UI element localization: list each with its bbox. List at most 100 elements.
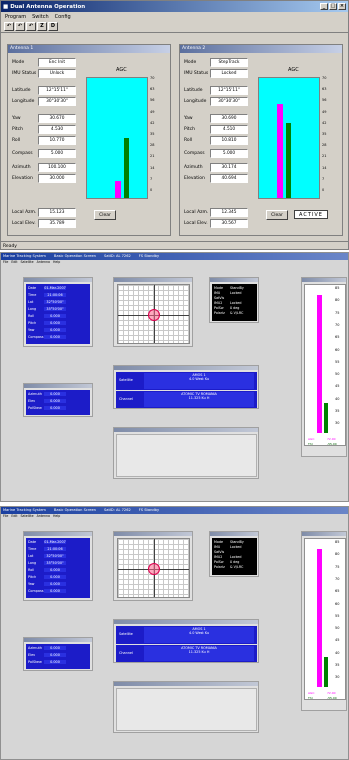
azimuth-label: Azimuth [184,165,203,170]
latitude-value: 12°15'11" [210,86,248,95]
message-panel [113,427,259,479]
satellite-position: 4.0 West Ku [188,377,210,381]
elev-value: 0.000 [44,399,66,403]
maximize-button[interactable]: □ [329,3,337,10]
menu-antenna[interactable]: Antenna [37,260,50,265]
elevation-value: 30.000 [38,174,76,183]
menu-program[interactable]: Program [5,14,26,20]
pitch-label: Pitch [184,127,195,132]
deploy-tool-button[interactable]: D [48,22,58,31]
mode-label: Mode [214,286,223,290]
satvis-label: SatVis [214,296,225,300]
agc-scale-tick: 63 [322,87,327,92]
menu-satellite[interactable]: Satellite [21,514,34,519]
yaw-label: Yaw [28,328,35,332]
signal-bar-graph: 85 80 75 70 65 60 55 50 45 40 35 30 AGC 72.00 Thr -… [304,284,346,446]
bar-scale-tick: 65 [335,589,340,594]
tracking-window-1: Marine Tracking System Basic Operation S… [0,252,349,502]
menu-edit[interactable]: Edit [11,514,17,519]
satellite-panel: Satellite AMOS 1 4.0 West Ku Channel ATO… [113,619,259,663]
status-panel: Mode StandBy IMU Locked SatVis IMU2 Locked … [209,531,259,577]
status-bar: Ready [1,241,348,250]
menu-help[interactable]: Help [53,260,60,265]
menu-config[interactable]: Config [55,14,71,20]
clear-button[interactable]: Clear [94,210,116,220]
bar-scale-tick: 80 [335,552,340,557]
azimuth-label: Azimuth [12,165,31,170]
navigation-panel: Date 01-Mar-2007 Time 21:00:06 Lat 32°50'00… [23,277,93,347]
yaw-value: 30.690 [210,114,248,123]
pitch-label: Pitch [28,321,37,325]
local-elevation-value: 30.567 [210,219,248,228]
signal-bar-panel: 85 80 75 70 65 60 55 50 45 40 35 30 AGC 72.00 Thr -… [301,277,347,457]
bar-scale-tick: 70 [335,322,340,327]
time-label: Time [28,547,37,551]
bar-scale-tick: 45 [335,638,340,643]
agc-magenta-bar [277,103,283,198]
menu-switch[interactable]: Switch [32,14,49,20]
agc-scale-tick: 7 [150,176,153,181]
imu-value: Unlock [38,69,76,78]
yaw-label: Yaw [12,116,21,121]
azimuth-value: 100.100 [38,163,76,172]
dual-antenna-window: ■ Dual Antenna Operation _ □ × Program S… [0,0,349,250]
menu-file[interactable]: File [3,260,8,265]
compass-label: Compass [184,151,205,156]
mode-label: Mode [214,540,223,544]
mode-value: StandBy [230,286,244,290]
close-button[interactable]: × [338,3,346,10]
tracking-sat-id: SatID: AL 7262 [103,508,131,512]
bar-scale-tick: 60 [335,347,340,352]
polskew-label: PolSkew [28,406,42,410]
menu-help[interactable]: Help [53,514,60,519]
active-status-box: ACTIVE [294,210,328,219]
mode-value: StandBy [230,540,244,544]
satellite-box: Satellite AMOS 1 4.0 West Ku [116,626,257,644]
polskew-value: 0.000 [44,406,66,410]
mode-value: Enc Init [38,58,76,67]
satellite-box: Satellite AMOS 1 4.0 West Ku [116,372,257,390]
longitude-label: Longitude [12,99,35,104]
satellite-position: 4.0 West Ku [188,631,210,635]
bar-scale-tick: 80 [335,298,340,303]
imu-value: Locked [230,291,242,295]
longitude-value: 30°30'30" [38,97,76,106]
elev-label: Elev [28,653,36,657]
compass-label: Compass [28,335,44,339]
tracking-menubar: File Edit Satellite Antenna Help [1,260,348,265]
undo3-tool-button[interactable]: ↶ [26,22,36,31]
tracking-grid[interactable] [117,538,190,598]
tracking-grid[interactable] [117,284,190,344]
polariz-label: Polariz [214,565,225,569]
menu-file[interactable]: File [3,514,8,519]
clear-button[interactable]: Clear [266,210,288,220]
undo2-tool-button[interactable]: ↶ [15,22,25,31]
mode-label: Mode [12,60,25,65]
satellite-panel: Satellite AMOS 1 4.0 West Ku Channel ATO… [113,365,259,409]
navigation-data-box: Date 01-Mar-2007 Time 21:00:06 Lat 32°50'00… [26,538,90,598]
antenna-1-panel: Antenna 1 Mode Enc Init IMU Status Unlock … [7,44,171,236]
azimuth-value: 30.174 [210,163,248,172]
long-value: 35°50'00" [44,307,66,311]
message-panel [113,681,259,733]
agc-meter [86,77,148,199]
app-icon: ■ [3,3,9,10]
navigation-panel: Date 01-Mar-2007 Time 21:00:06 Lat 32°50'00… [23,531,93,601]
agc-value: 72.00 [327,691,336,695]
polsw-value: 0 deg [230,306,240,310]
tracking-sat-id: SatID: AL 7262 [103,254,131,258]
undo-tool-button[interactable]: ↶ [4,22,14,31]
channel-frequency: 11.325 Ku H [188,650,210,654]
signal-bar-graph: 85 80 75 70 65 60 55 50 45 40 35 30 AGC 72.00 Thr -… [304,538,346,700]
agc-scale-tick: 42 [322,120,327,125]
minimize-button[interactable]: _ [320,3,328,10]
polsw-label: PolSw [214,306,224,310]
menu-edit[interactable]: Edit [11,260,17,265]
elev-label: Elev [28,399,36,403]
tracking-app-title: Marine Tracking System [3,254,46,258]
signal-bar-panel: 85 80 75 70 65 60 55 50 45 40 35 30 AGC 72.00 Thr -… [301,531,347,711]
zero-tool-button[interactable]: Z [37,22,47,31]
menu-satellite[interactable]: Satellite [21,260,34,265]
menu-antenna[interactable]: Antenna [37,514,50,519]
local-azimuth-value: 15.123 [38,208,76,217]
